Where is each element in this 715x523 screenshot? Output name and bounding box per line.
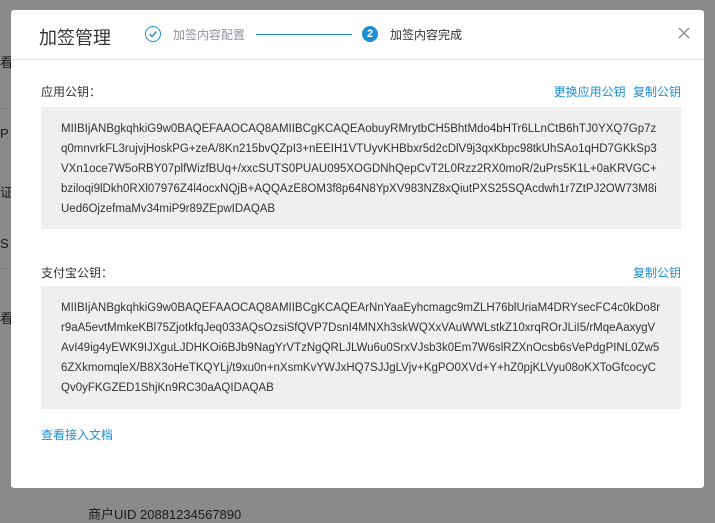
app-public-key-value[interactable]: MIIBIjANBgkqhkiG9w0BAQEFAAOCAQ8AMIIBCgKC… <box>41 107 681 229</box>
replace-app-key-button[interactable]: 更换应用公钥 <box>554 85 626 99</box>
close-icon[interactable] <box>677 26 693 42</box>
alipay-public-key-value[interactable]: MIIBIjANBgkqhkiG9w0BAQEFAAOCAQ8AMIIBCgKC… <box>41 286 681 409</box>
dialog-header: 加签管理 加签内容配置 2 加签内容完成 <box>11 10 704 60</box>
alipay-public-key-actions: 复制公钥 <box>633 264 681 281</box>
sign-management-dialog: 加签管理 加签内容配置 2 加签内容完成 应用公钥： 更换应用公钥 复制公钥 M… <box>11 10 704 488</box>
copy-alipay-key-button[interactable]: 复制公钥 <box>633 266 681 280</box>
dialog-title: 加签管理 <box>39 28 111 48</box>
step-connector <box>256 34 352 35</box>
step-complete: 2 加签内容完成 <box>362 24 462 44</box>
check-icon <box>145 26 161 42</box>
copy-app-key-button[interactable]: 复制公钥 <box>633 85 681 99</box>
app-public-key-label: 应用公钥： <box>41 85 102 99</box>
step-config: 加签内容配置 <box>145 24 245 44</box>
step-label: 加签内容配置 <box>173 27 246 42</box>
alipay-public-key-label: 支付宝公钥： <box>41 266 114 280</box>
app-public-key-actions: 更换应用公钥 复制公钥 <box>554 83 681 100</box>
step-number: 2 <box>362 26 378 42</box>
view-docs-link[interactable]: 查看接入文档 <box>41 426 113 443</box>
step-label: 加签内容完成 <box>390 27 463 42</box>
